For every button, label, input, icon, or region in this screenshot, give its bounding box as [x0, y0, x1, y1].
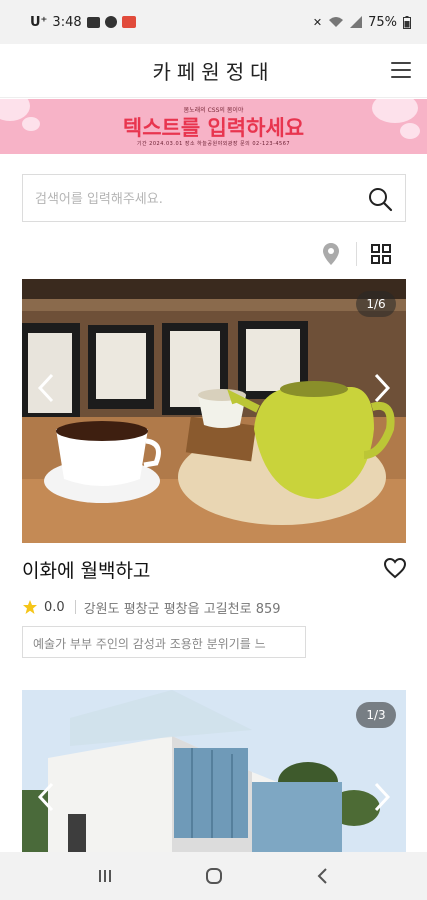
status-bar: U⁺ 3:48 ✕ 75% — [0, 0, 427, 44]
app-notification-icon — [121, 16, 136, 28]
search-box — [22, 174, 406, 222]
cafe-photo — [22, 690, 406, 852]
app-title: 카페원정대 — [152, 60, 275, 84]
image-counter-badge: 1/6 — [356, 291, 396, 317]
facebook-icon — [104, 16, 117, 28]
toolbar-divider — [356, 242, 357, 266]
promo-banner[interactable]: 봄노래의 CSS의 봄이야 텍스트를 입력하세요 기간 2024.03.01 장… — [0, 99, 427, 154]
carousel-prev-arrow-icon[interactable] — [34, 371, 58, 405]
cafe-photo — [22, 279, 406, 543]
battery-percent: 75% — [368, 14, 397, 30]
back-icon[interactable] — [309, 866, 337, 886]
carousel-next-arrow-icon[interactable] — [370, 371, 394, 405]
cafe-photo-carousel[interactable]: 1/6 — [22, 279, 406, 543]
location-pin-icon[interactable] — [320, 242, 342, 266]
clock: 3:48 — [52, 14, 82, 30]
carousel-prev-arrow-icon[interactable] — [34, 780, 58, 814]
star-rating-icon — [23, 600, 37, 614]
message-icon — [86, 16, 100, 28]
system-navigation-bar — [0, 852, 427, 900]
rating-divider — [74, 600, 76, 614]
carousel-next-arrow-icon[interactable] — [370, 780, 394, 814]
image-counter-badge: 1/3 — [356, 702, 396, 728]
app-header: 카페원정대 — [0, 44, 427, 98]
favorite-heart-icon[interactable] — [383, 557, 407, 579]
cafe-address: 강원도 평창군 평창읍 고길천로 859 — [83, 601, 281, 617]
cafe-description: 예술가 부부 주인의 감성과 조용한 분위기를 느 — [22, 626, 306, 658]
rating-score: 0.0 — [44, 599, 65, 615]
wifi-icon — [329, 17, 344, 27]
carrier-label: U⁺ — [30, 14, 48, 30]
cafe-photo-carousel[interactable]: 1/3 — [22, 690, 406, 852]
grid-view-icon[interactable] — [370, 243, 392, 265]
mute-icon: ✕ — [312, 15, 323, 29]
recent-apps-icon[interactable] — [91, 866, 119, 886]
signal-icon — [350, 16, 363, 28]
search-icon[interactable] — [367, 186, 393, 212]
cafe-name[interactable]: 이화에 월백하고 — [22, 556, 150, 583]
banner-sub-text: 기간 2024.03.01 장소 하늘공원야외광장 문의 02-123-4567 — [136, 141, 291, 147]
view-toolbar — [0, 238, 427, 272]
rating-address-row: 0.0 강원도 평창군 평창읍 고길천로 859 — [22, 597, 281, 617]
home-icon[interactable] — [200, 866, 228, 886]
search-input[interactable] — [35, 187, 355, 211]
battery-icon — [403, 15, 411, 29]
banner-headline: 텍스트를 입력하세요 — [122, 116, 305, 140]
hamburger-menu-icon[interactable] — [391, 62, 411, 78]
